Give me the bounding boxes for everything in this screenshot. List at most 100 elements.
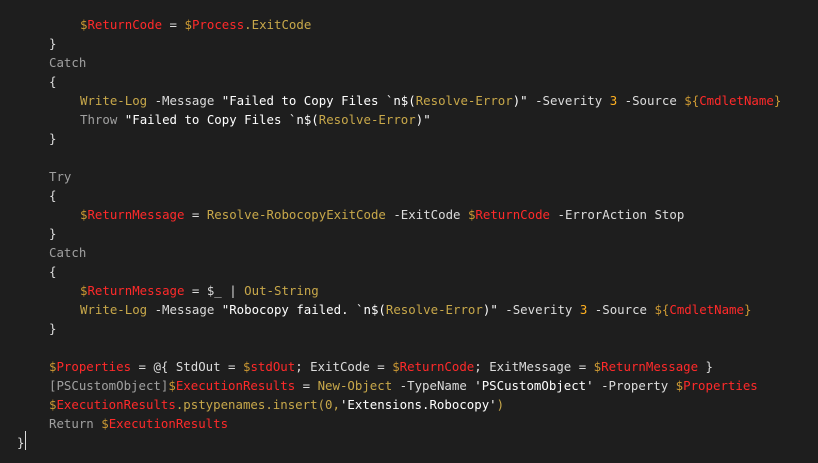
code-line[interactable]: Write-Log -Message "Failed to Copy Files… bbox=[80, 91, 781, 110]
code-token: 'Extensions.Robocopy' bbox=[339, 397, 497, 412]
code-token: -Message bbox=[147, 302, 222, 317]
code-line[interactable]: $ExecutionResults.pstypenames.insert(0,'… bbox=[49, 395, 504, 414]
code-token: Resolve-Error bbox=[318, 112, 416, 127]
code-token: .ExitCode bbox=[244, 17, 312, 32]
text-cursor bbox=[25, 431, 26, 450]
code-token: Try bbox=[49, 169, 72, 184]
code-token: Write-Log bbox=[80, 302, 148, 317]
code-token: "Failed to Copy Files `n$( bbox=[221, 93, 416, 108]
code-token: Resolve-Error bbox=[415, 93, 513, 108]
code-token: Throw bbox=[80, 112, 118, 127]
code-token: $ bbox=[593, 359, 602, 374]
code-token: ReturnCode bbox=[87, 17, 163, 32]
code-token: { bbox=[49, 264, 57, 279]
code-token: } bbox=[773, 93, 782, 108]
code-token: Catch bbox=[49, 245, 87, 260]
code-token: ; ExitCode = bbox=[295, 359, 393, 374]
code-line[interactable]: $ReturnMessage = $_ | Out-String bbox=[80, 281, 319, 300]
code-token: } bbox=[49, 131, 57, 146]
code-token: stdOut bbox=[250, 359, 296, 374]
code-token: -ErrorAction Stop bbox=[550, 207, 685, 222]
code-token: -ExitCode bbox=[385, 207, 468, 222]
code-line[interactable]: { bbox=[49, 186, 56, 205]
code-token: = bbox=[162, 17, 185, 32]
code-line[interactable]: } bbox=[49, 224, 56, 243]
code-token: Write-Log bbox=[80, 93, 148, 108]
code-line[interactable]: Try bbox=[49, 167, 71, 186]
code-token: CmdletName bbox=[669, 302, 744, 317]
code-token: | bbox=[221, 283, 245, 298]
code-token: Process bbox=[191, 17, 245, 32]
code-token: Resolve-RobocopyExitCode bbox=[206, 207, 386, 222]
code-token: Properties bbox=[56, 359, 132, 374]
code-token: CmdletName bbox=[699, 93, 774, 108]
code-token: = bbox=[295, 378, 318, 393]
code-token: .pstypenames.insert(0, bbox=[175, 397, 340, 412]
code-token: ReturnMessage bbox=[87, 207, 185, 222]
code-token: Out-String bbox=[244, 283, 319, 298]
code-line[interactable]: } bbox=[49, 34, 56, 53]
code-token: ExecutionResults bbox=[56, 397, 176, 412]
code-token: "Failed to Copy Files `n$( bbox=[124, 112, 319, 127]
code-token: Return bbox=[49, 416, 102, 431]
code-line[interactable]: { bbox=[49, 262, 56, 281]
code-line[interactable]: [PSCustomObject]$ExecutionResults = New-… bbox=[49, 376, 758, 395]
code-token: } bbox=[49, 321, 57, 336]
code-token: )" bbox=[482, 302, 498, 317]
code-token: ) bbox=[496, 397, 505, 412]
code-token: ReturnCode bbox=[399, 359, 475, 374]
code-token: } bbox=[698, 359, 714, 374]
code-token: } bbox=[17, 435, 25, 450]
code-token: $ bbox=[392, 359, 400, 374]
code-line[interactable]: { bbox=[49, 72, 56, 91]
code-token: )" bbox=[415, 112, 431, 127]
code-token: $ bbox=[184, 17, 192, 32]
code-line[interactable]: Write-Log -Message "Robocopy failed. `n$… bbox=[80, 300, 751, 319]
code-line[interactable]: $ReturnMessage = Resolve-RobocopyExitCod… bbox=[80, 205, 684, 224]
code-token: = bbox=[184, 207, 207, 222]
code-token: -Severity bbox=[497, 302, 580, 317]
code-token: -Source bbox=[587, 302, 655, 317]
code-token: ReturnMessage bbox=[87, 283, 185, 298]
code-token: [PSCustomObject] bbox=[49, 378, 169, 393]
code-token: -Severity bbox=[527, 93, 610, 108]
code-token: } bbox=[743, 302, 752, 317]
code-token: } bbox=[49, 36, 57, 51]
code-token: = @{ StdOut = bbox=[131, 359, 243, 374]
code-token: -Source bbox=[617, 93, 685, 108]
code-line[interactable]: Throw "Failed to Copy Files `n$(Resolve-… bbox=[80, 110, 431, 129]
code-token: -Message bbox=[147, 93, 222, 108]
code-token: ReturnMessage bbox=[601, 359, 699, 374]
code-token: Properties bbox=[683, 378, 758, 393]
code-token: ReturnCode bbox=[475, 207, 551, 222]
code-token: New-Object bbox=[317, 378, 393, 393]
code-editor[interactable]: $ReturnCode = $Process.ExitCode} Catch{Wr… bbox=[0, 0, 818, 463]
code-token: "Robocopy failed. `n$( bbox=[221, 302, 386, 317]
code-line[interactable]: Return $ExecutionResults bbox=[49, 414, 228, 433]
code-line[interactable]: Catch bbox=[49, 243, 86, 262]
code-line[interactable]: } bbox=[17, 433, 24, 452]
code-line[interactable]: Catch bbox=[49, 53, 86, 72]
code-token: { bbox=[49, 74, 57, 89]
code-token: 'PSCustomObject' bbox=[474, 378, 594, 393]
code-token: = bbox=[184, 283, 207, 298]
code-line[interactable]: $ Properties = @{ StdOut = $ stdOut; ExitC… bbox=[49, 357, 713, 376]
code-token: Catch bbox=[49, 55, 87, 70]
code-token: $ bbox=[101, 416, 109, 431]
code-token: ${ bbox=[684, 93, 700, 108]
code-token: Resolve-Error bbox=[385, 302, 483, 317]
code-token: $ bbox=[168, 378, 176, 393]
code-token: { bbox=[49, 188, 57, 203]
code-token: ExecutionResults bbox=[108, 416, 229, 431]
code-token: ExecutionResults bbox=[175, 378, 296, 393]
code-token: ${ bbox=[654, 302, 670, 317]
code-token: )" bbox=[512, 93, 528, 108]
code-line[interactable]: } bbox=[49, 319, 56, 338]
code-token: $_ bbox=[206, 283, 222, 298]
code-token: ; ExitMessage = bbox=[474, 359, 594, 374]
code-token: -Property bbox=[593, 378, 676, 393]
code-line[interactable]: $ReturnCode = $Process.ExitCode bbox=[80, 15, 311, 34]
code-line[interactable]: } bbox=[49, 129, 56, 148]
code-token: -TypeName bbox=[392, 378, 475, 393]
